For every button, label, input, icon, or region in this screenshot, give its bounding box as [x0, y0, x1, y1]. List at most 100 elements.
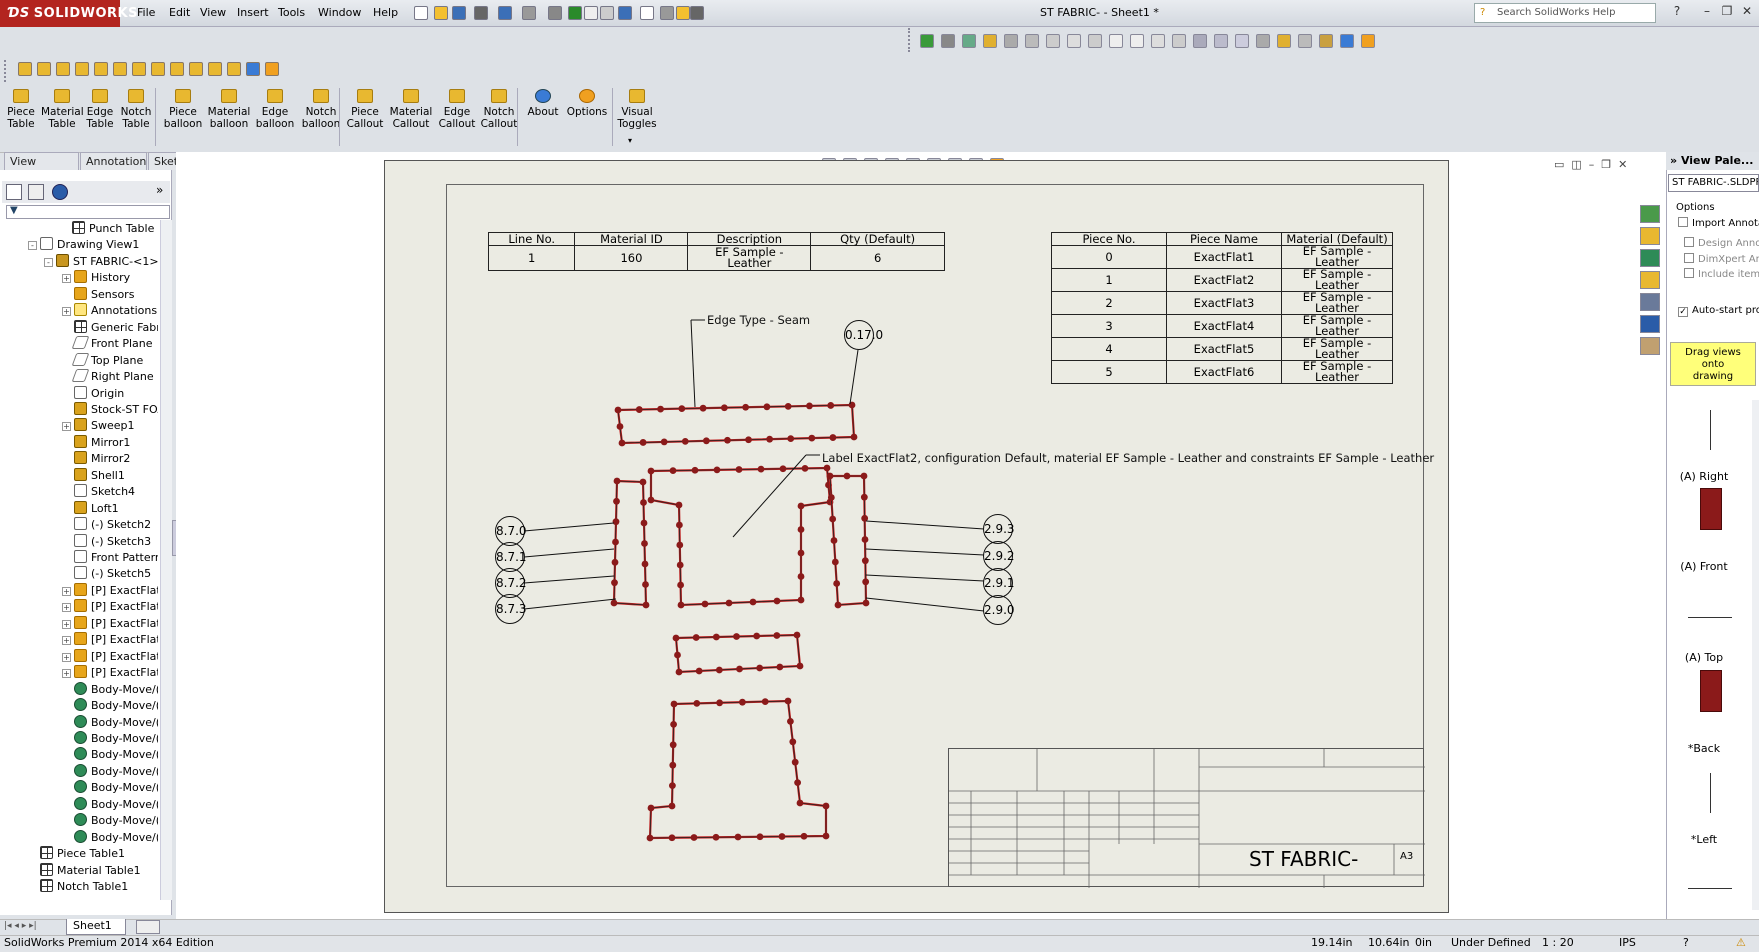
tree-node[interactable]: Sensors: [62, 286, 158, 303]
view-toolbar-icon[interactable]: [1067, 34, 1081, 48]
tree-node[interactable]: Right Plane: [62, 369, 158, 385]
notch-point[interactable]: [677, 581, 684, 589]
notch-point[interactable]: [657, 405, 664, 413]
notch-point[interactable]: [676, 541, 684, 549]
notch-point[interactable]: [739, 698, 746, 706]
notch-point[interactable]: [822, 802, 830, 810]
view-toolbar-icon[interactable]: [1256, 34, 1270, 48]
notch-point[interactable]: [829, 515, 837, 523]
notch-point[interactable]: [735, 466, 743, 473]
collapse-palette-icon[interactable]: »: [1670, 154, 1681, 167]
tree-node[interactable]: Origin: [62, 385, 158, 402]
status-scale[interactable]: 1 : 20: [1542, 936, 1574, 949]
task-pane-tab-icon[interactable]: [1640, 293, 1660, 311]
notch-point[interactable]: [791, 758, 799, 766]
menu-file[interactable]: File: [137, 6, 155, 19]
notch-point[interactable]: [834, 601, 842, 609]
notch-point[interactable]: [773, 597, 781, 605]
notch-point[interactable]: [640, 519, 648, 527]
quick-access-icon[interactable]: [690, 6, 704, 20]
add-sheet-button[interactable]: [136, 920, 160, 934]
notch-point[interactable]: [822, 832, 830, 840]
view-label[interactable]: *Back: [1664, 742, 1744, 755]
tree-node[interactable]: + [P] ExactFlat4: [62, 615, 158, 632]
notch-point[interactable]: [861, 557, 869, 565]
notch-point[interactable]: [789, 738, 797, 746]
import-annotations-checkbox[interactable]: Import Annotat: [1678, 217, 1759, 229]
tree-node[interactable]: Body-Move/(: [62, 698, 158, 714]
view-toolbar-icon[interactable]: [1214, 34, 1228, 48]
notch-point[interactable]: [681, 437, 689, 445]
cmd-about-button[interactable]: About: [521, 85, 565, 118]
view-preview-icon[interactable]: [1688, 888, 1732, 889]
toolbar-grip[interactable]: [908, 28, 912, 52]
view-toolbar-icon[interactable]: [1361, 34, 1375, 48]
task-pane-tab-icon[interactable]: [1640, 249, 1660, 267]
view-toolbar-icon[interactable]: [1340, 34, 1354, 48]
pattern-piece-center[interactable]: [647, 464, 834, 609]
task-pane-tab-icon[interactable]: [1640, 337, 1660, 355]
notch-point[interactable]: [734, 833, 742, 841]
notch-point[interactable]: [806, 402, 813, 410]
notch-point[interactable]: [757, 465, 765, 473]
tab-view-layout[interactable]: View Layout: [4, 152, 79, 185]
tree-node[interactable]: Mirror2: [62, 451, 158, 467]
quick-access-icon[interactable]: [414, 6, 428, 20]
notch-point[interactable]: [642, 581, 649, 588]
sheet-tab[interactable]: Sheet1: [66, 919, 126, 935]
quick-access-icon[interactable]: [548, 6, 562, 20]
notch-point[interactable]: [613, 497, 620, 505]
notch-point[interactable]: [860, 493, 868, 501]
notch-point[interactable]: [611, 579, 618, 587]
exactflat-toolbar-icon[interactable]: [170, 62, 184, 76]
menu-tools[interactable]: Tools: [278, 6, 305, 19]
status-rebuild-icon[interactable]: ⚠: [1736, 936, 1746, 949]
status-units[interactable]: IPS: [1619, 936, 1636, 949]
quick-access-icon[interactable]: [434, 6, 448, 20]
notch-point[interactable]: [646, 834, 654, 842]
expand-toggle-icon[interactable]: +: [62, 669, 71, 679]
notch-point[interactable]: [690, 834, 698, 841]
exactflat-toolbar-icon[interactable]: [94, 62, 108, 76]
exactflat-toolbar-icon[interactable]: [75, 62, 89, 76]
exactflat-toolbar-icon[interactable]: [265, 62, 279, 76]
tree-node[interactable]: Body-Move/(: [62, 829, 158, 846]
notch-point[interactable]: [669, 761, 677, 769]
tree-node[interactable]: + [P] ExactFlat6: [62, 648, 158, 665]
task-pane-tab-icon[interactable]: [1640, 271, 1660, 289]
piece-balloon[interactable]: 2.9.1: [983, 568, 1015, 598]
quick-access-icon[interactable]: [522, 6, 536, 20]
view-toolbar-icon[interactable]: [1193, 34, 1207, 48]
notch-point[interactable]: [800, 832, 808, 840]
tree-scrollbar[interactable]: [160, 220, 172, 900]
tree-node[interactable]: Stock-ST FOA: [62, 401, 158, 418]
notch-point[interactable]: [736, 665, 743, 673]
view-toolbar-icon[interactable]: [1277, 34, 1291, 48]
tree-node[interactable]: - Drawing View1: [28, 237, 158, 253]
notch-point[interactable]: [713, 466, 721, 474]
notch-point[interactable]: [797, 549, 805, 557]
notch-point[interactable]: [787, 718, 794, 725]
cmd-edge-callout-button[interactable]: Edge Callout: [434, 85, 480, 130]
notch-point[interactable]: [763, 403, 771, 411]
view-toolbar-icon[interactable]: [1235, 34, 1249, 48]
notch-point[interactable]: [778, 833, 786, 840]
quick-access-icon[interactable]: [618, 6, 632, 20]
notch-point[interactable]: [827, 494, 835, 501]
view-preview-icon[interactable]: [1710, 410, 1711, 450]
design-annotations-checkbox[interactable]: Design Annot: [1684, 237, 1759, 249]
app-logo[interactable]: ƊS SOLIDWORKS: [0, 0, 137, 27]
tree-node[interactable]: Front Pattern: [62, 550, 158, 566]
quick-access-icon[interactable]: [584, 6, 598, 20]
label-note[interactable]: Label ExactFlat2, configuration Default,…: [822, 451, 1434, 465]
exactflat-toolbar-icon[interactable]: [189, 62, 203, 76]
notch-point[interactable]: [797, 502, 805, 510]
view-palette-header[interactable]: » View Pale...: [1666, 152, 1759, 170]
notch-point[interactable]: [827, 402, 835, 409]
expand-toggle-icon[interactable]: -: [44, 257, 53, 267]
view-toolbar-icon[interactable]: [1046, 34, 1060, 48]
view-label[interactable]: (A) Right: [1664, 470, 1744, 483]
piece-balloon[interactable]: 2.9.0: [983, 595, 1015, 625]
cmd-notch-callout-button[interactable]: Notch Callout: [478, 85, 520, 130]
tree-node[interactable]: Mirror1: [62, 434, 158, 451]
